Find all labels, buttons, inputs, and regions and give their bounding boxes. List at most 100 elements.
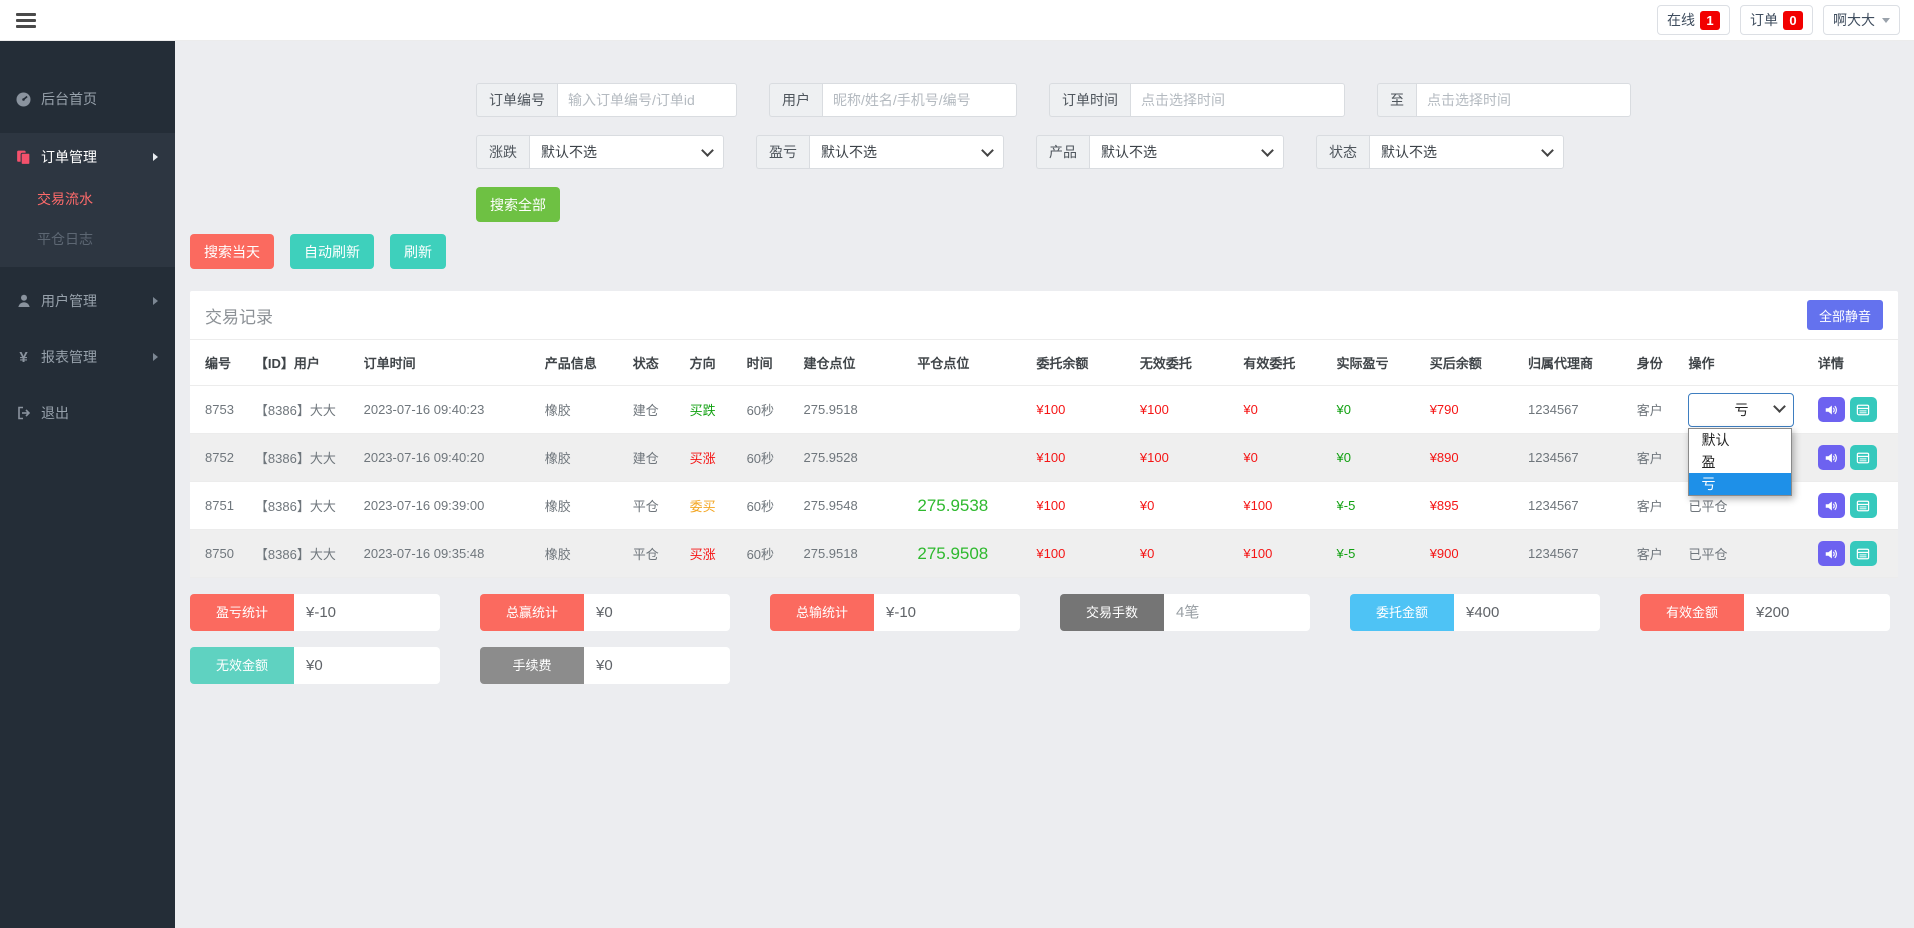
filter-profit: 盈亏 默认不选 xyxy=(756,135,1004,169)
detail-button[interactable] xyxy=(1850,445,1877,470)
direction-value: 买涨 xyxy=(690,451,716,466)
row-id: 8751 xyxy=(190,482,247,530)
sound-button[interactable] xyxy=(1818,541,1845,566)
online-badge: 1 xyxy=(1700,11,1720,30)
order-time-start-input[interactable] xyxy=(1130,83,1345,117)
speaker-icon xyxy=(1824,403,1838,417)
row-user: 【8386】大大 xyxy=(247,386,356,434)
stat-value: ¥0 xyxy=(584,647,730,684)
direction-value: 买跌 xyxy=(690,403,716,418)
detail-button[interactable] xyxy=(1850,541,1877,566)
row-product: 橡胶 xyxy=(537,434,625,482)
sound-button[interactable] xyxy=(1818,493,1845,518)
mute-all-button[interactable]: 全部静音 xyxy=(1807,300,1883,330)
profit-select[interactable]: 默认不选 xyxy=(809,135,1004,169)
filter-status: 状态 默认不选 xyxy=(1316,135,1564,169)
row-valid-entrust-value: ¥100 xyxy=(1243,546,1272,561)
detail-button[interactable] xyxy=(1850,493,1877,518)
row-open-point: 275.9528 xyxy=(796,434,910,482)
chevron-down-icon xyxy=(1882,18,1890,23)
row-balance-after: ¥890 xyxy=(1422,434,1520,482)
refresh-button[interactable]: 刷新 xyxy=(390,234,446,269)
menu-toggle-icon[interactable] xyxy=(14,9,38,32)
chevron-down-icon xyxy=(1774,400,1787,413)
sidebar-item-report-management[interactable]: ¥ 报表管理 xyxy=(0,335,175,379)
quick-actions: 搜索当天 自动刷新 刷新 xyxy=(190,234,1914,269)
user-input[interactable] xyxy=(822,83,1017,117)
row-balance-after: ¥900 xyxy=(1422,530,1520,578)
sound-button[interactable] xyxy=(1818,397,1845,422)
row-duration: 60秒 xyxy=(739,530,796,578)
col-actual-pl: 实际盈亏 xyxy=(1329,340,1422,386)
stat-label: 无效金额 xyxy=(190,647,294,684)
sidebar-item-logout[interactable]: 退出 xyxy=(0,391,175,435)
auto-refresh-button[interactable]: 自动刷新 xyxy=(290,234,374,269)
row-status: 建仓 xyxy=(625,434,682,482)
col-id: 编号 xyxy=(190,340,247,386)
detail-card-icon xyxy=(1856,499,1870,513)
table-header-row: 编号 【ID】用户 订单时间 产品信息 状态 方向 时间 建仓点位 平仓点位 委… xyxy=(190,340,1898,386)
row-actual-pl: ¥-5 xyxy=(1329,482,1422,530)
main-content: 订单编号 用户 订单时间 至 涨跌 xyxy=(175,41,1914,928)
detail-button[interactable] xyxy=(1850,397,1877,422)
online-label: 在线 xyxy=(1667,10,1695,30)
row-valid-entrust: ¥0 xyxy=(1235,386,1328,434)
dropdown-option[interactable]: 默认 xyxy=(1689,429,1791,451)
row-balance-after-value: ¥895 xyxy=(1430,498,1459,513)
product-select[interactable]: 默认不选 xyxy=(1089,135,1284,169)
chevron-right-icon xyxy=(153,297,158,305)
dropdown-option[interactable]: 亏 xyxy=(1689,473,1791,495)
row-order-time: 2023-07-16 09:35:48 xyxy=(356,530,537,578)
row-direction: 委买 xyxy=(682,482,739,530)
sidebar-item-label: 后台首页 xyxy=(41,89,97,109)
table-row: 8750【8386】大大2023-07-16 09:35:48橡胶平仓买涨60秒… xyxy=(190,530,1898,578)
status-select[interactable]: 默认不选 xyxy=(1369,135,1564,169)
search-all-button[interactable]: 搜索全部 xyxy=(476,187,560,222)
online-counter[interactable]: 在线 1 xyxy=(1657,5,1730,35)
sidebar-item-close-log[interactable]: 平仓日志 xyxy=(0,219,175,259)
col-agent: 归属代理商 xyxy=(1520,340,1629,386)
order-time-end-input[interactable] xyxy=(1416,83,1631,117)
sidebar-item-label: 退出 xyxy=(41,403,69,423)
sound-button[interactable] xyxy=(1818,445,1845,470)
topbar: 在线 1 订单 0 啊大大 xyxy=(0,0,1914,41)
col-detail: 详情 xyxy=(1810,340,1898,386)
sidebar-item-trade-flow[interactable]: 交易流水 xyxy=(0,179,175,219)
row-valid-entrust-value: ¥100 xyxy=(1243,498,1272,513)
row-invalid-entrust: ¥100 xyxy=(1132,386,1236,434)
stat-value: ¥0 xyxy=(294,647,440,684)
stat-label: 盈亏统计 xyxy=(190,594,294,631)
operation-select[interactable]: 亏 xyxy=(1688,393,1794,427)
row-agent: 1234567 xyxy=(1520,482,1629,530)
dropdown-option[interactable]: 盈 xyxy=(1689,451,1791,473)
table-row: 8752【8386】大大2023-07-16 09:40:20橡胶建仓买涨60秒… xyxy=(190,434,1898,482)
orders-counter[interactable]: 订单 0 xyxy=(1740,5,1813,35)
search-today-button[interactable]: 搜索当天 xyxy=(190,234,274,269)
chevron-right-icon xyxy=(153,153,158,161)
row-agent: 1234567 xyxy=(1520,530,1629,578)
yen-icon: ¥ xyxy=(15,349,32,366)
user-menu[interactable]: 啊大大 xyxy=(1823,5,1900,35)
sidebar-item-dashboard[interactable]: 后台首页 xyxy=(0,77,175,121)
operation-select-value: 亏 xyxy=(1734,400,1748,420)
row-user: 【8386】大大 xyxy=(247,530,356,578)
detail-card-icon xyxy=(1856,451,1870,465)
row-user: 【8386】大大 xyxy=(247,482,356,530)
row-identity: 客户 xyxy=(1629,386,1681,434)
sidebar-item-label: 订单管理 xyxy=(41,147,97,167)
row-detail xyxy=(1810,434,1898,482)
trade-table: 编号 【ID】用户 订单时间 产品信息 状态 方向 时间 建仓点位 平仓点位 委… xyxy=(190,339,1898,578)
sidebar-item-order-management[interactable]: 订单管理 xyxy=(0,135,175,179)
row-balance-after: ¥895 xyxy=(1422,482,1520,530)
stat-label: 总赢统计 xyxy=(480,594,584,631)
row-invalid-entrust-value: ¥0 xyxy=(1140,546,1154,561)
order-no-input[interactable] xyxy=(557,83,737,117)
row-open-point: 275.9548 xyxy=(796,482,910,530)
col-open-point: 建仓点位 xyxy=(796,340,910,386)
topbar-right: 在线 1 订单 0 啊大大 xyxy=(1647,5,1900,35)
sidebar-item-user-management[interactable]: 用户管理 xyxy=(0,279,175,323)
stat-valid-amount: 有效金额¥200 xyxy=(1640,594,1890,631)
stat-value: ¥0 xyxy=(584,594,730,631)
updown-select[interactable]: 默认不选 xyxy=(529,135,724,169)
orders-icon xyxy=(15,149,32,166)
